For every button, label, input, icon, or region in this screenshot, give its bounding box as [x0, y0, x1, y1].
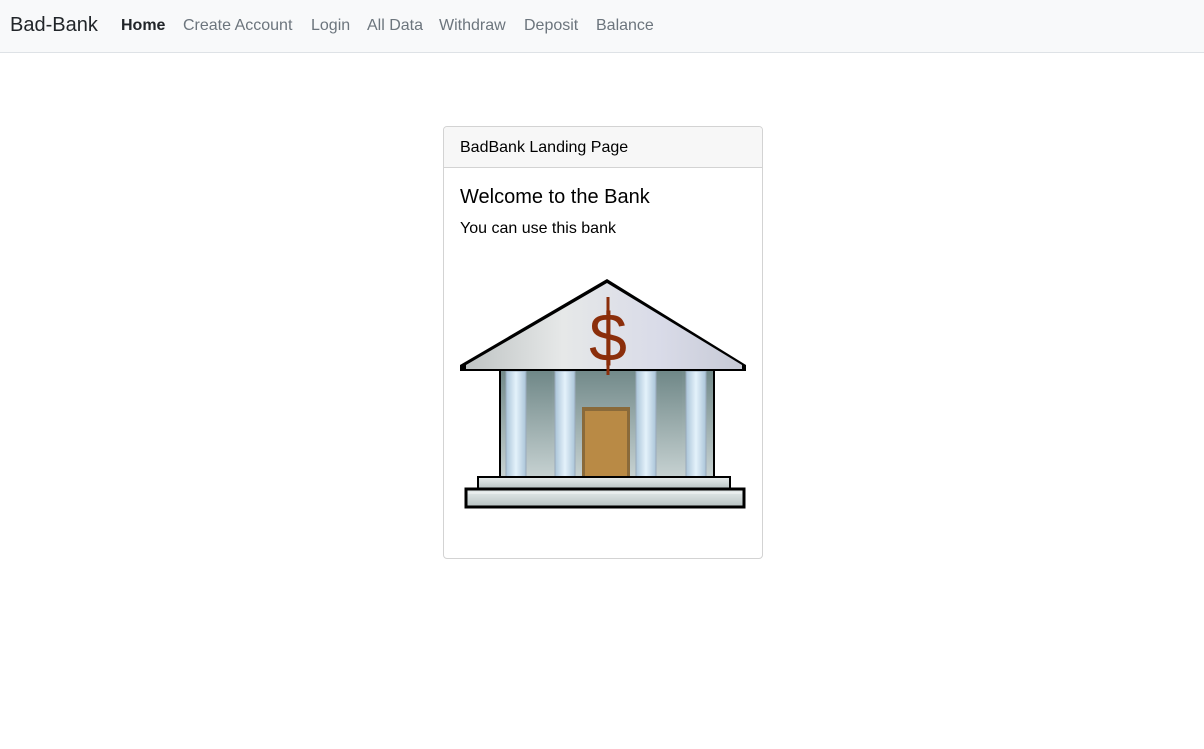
nav-login[interactable]: Login [311, 16, 350, 36]
bank-building-icon: $ [460, 279, 746, 509]
card-text: You can use this bank [460, 220, 616, 237]
nav-create-account[interactable]: Create Account [183, 16, 292, 36]
navbar: Bad-Bank Home Create Account Login All D… [0, 0, 1204, 53]
card-title: Welcome to the Bank [460, 186, 650, 208]
card-header: BadBank Landing Page [444, 127, 762, 168]
nav-deposit[interactable]: Deposit [524, 16, 578, 36]
brand-link[interactable]: Bad-Bank [10, 13, 98, 37]
landing-card: BadBank Landing Page Welcome to the Bank… [443, 126, 763, 559]
nav-balance[interactable]: Balance [596, 16, 654, 36]
nav-withdraw[interactable]: Withdraw [439, 16, 506, 36]
dollar-symbol: $ [589, 300, 627, 376]
nav-home[interactable]: Home [121, 16, 165, 36]
nav-all-data[interactable]: All Data [367, 16, 423, 36]
